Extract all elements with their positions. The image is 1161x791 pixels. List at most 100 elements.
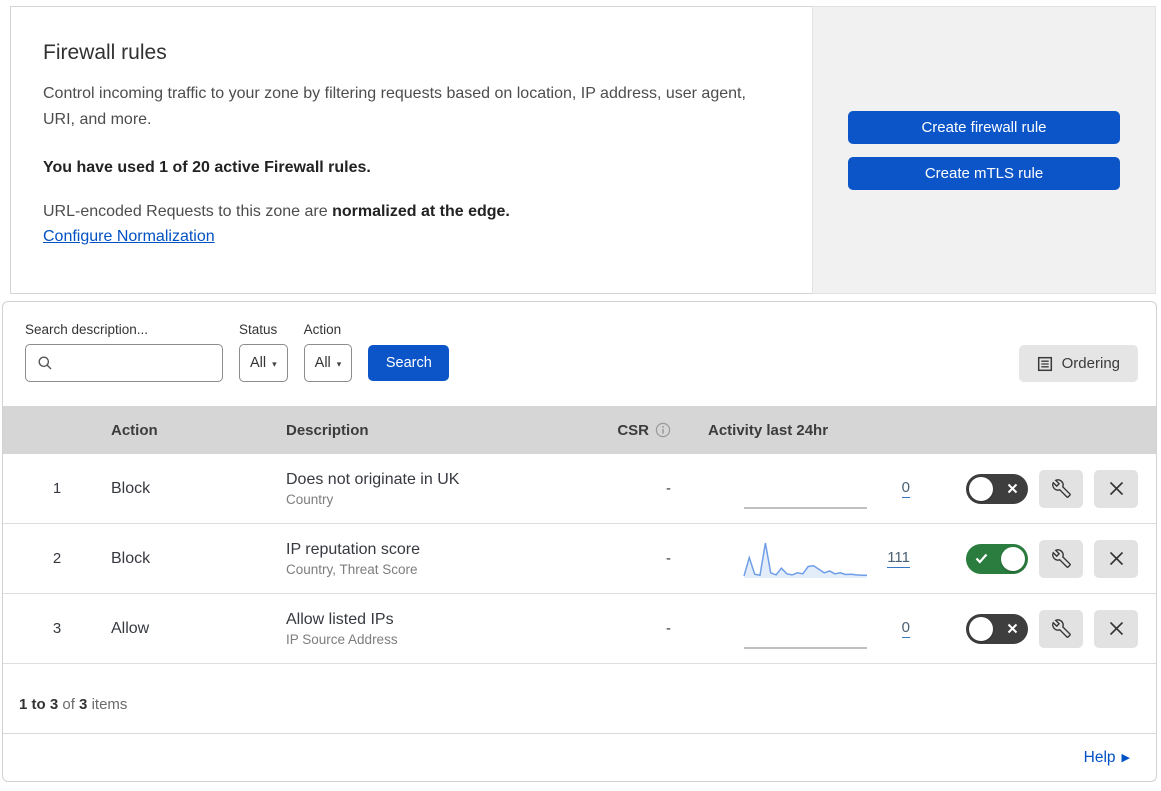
edit-rule-button[interactable] bbox=[1039, 609, 1083, 648]
rule-csr-value: - bbox=[666, 550, 671, 567]
table-header: Action Description CSR Activity last 24h… bbox=[3, 406, 1156, 454]
activity-sparkline bbox=[744, 506, 867, 509]
search-button[interactable]: Search bbox=[368, 345, 450, 381]
rule-description-cell: IP reputation score Country, Threat Scor… bbox=[286, 541, 563, 577]
firewall-rules-list-card: Search description... Status All ▾ Actio… bbox=[2, 301, 1157, 782]
csr-header-label: CSR bbox=[617, 421, 649, 439]
arrow-right-icon: ▶ bbox=[1121, 752, 1130, 764]
table-row: 1 Block Does not originate in UK Country… bbox=[3, 454, 1156, 524]
search-input[interactable] bbox=[61, 355, 222, 371]
search-label: Search description... bbox=[25, 322, 149, 337]
status-filter: Status All ▾ bbox=[239, 322, 288, 382]
wrench-icon bbox=[1051, 619, 1071, 638]
filters-bar: Search description... Status All ▾ Actio… bbox=[3, 302, 1156, 406]
x-icon bbox=[1007, 483, 1018, 493]
pagination-range: 1 to 3 bbox=[19, 696, 59, 713]
configure-normalization-link[interactable]: Configure Normalization bbox=[43, 228, 215, 245]
rule-priority: 3 bbox=[52, 620, 62, 637]
ordering-button[interactable]: Ordering bbox=[1018, 345, 1138, 382]
page-description: Control incoming traffic to your zone by… bbox=[43, 85, 746, 128]
chevron-down-icon: ▾ bbox=[272, 358, 277, 369]
rule-description: Allow listed IPs bbox=[286, 610, 394, 628]
rule-activity-cell: 0 bbox=[683, 594, 918, 663]
table-row: 2 Block IP reputation score Country, Thr… bbox=[3, 524, 1156, 594]
help-label: Help bbox=[1083, 748, 1116, 766]
header-section: Firewall rules Control incoming traffic … bbox=[10, 6, 1156, 294]
rule-match-fields: IP Source Address bbox=[286, 631, 398, 647]
create-firewall-rule-button[interactable]: Create firewall rule bbox=[848, 110, 1120, 144]
rule-action: Allow bbox=[111, 619, 150, 637]
rule-enabled-toggle[interactable] bbox=[966, 543, 1028, 574]
rule-description-cell: Does not originate in UK Country bbox=[286, 471, 563, 507]
pagination-total: 3 bbox=[79, 696, 88, 713]
column-header-csr: CSR bbox=[563, 422, 683, 439]
close-icon bbox=[1109, 621, 1123, 636]
rule-controls bbox=[918, 469, 1156, 508]
rules-usage-text: You have used 1 of 20 active Firewall ru… bbox=[43, 158, 371, 176]
rule-match-fields: Country bbox=[286, 491, 334, 507]
rule-csr-value: - bbox=[666, 620, 671, 637]
close-icon bbox=[1109, 481, 1123, 496]
normalization-bold: normalized at the edge. bbox=[332, 202, 510, 220]
rule-controls bbox=[918, 539, 1156, 578]
delete-rule-button[interactable] bbox=[1094, 469, 1138, 508]
toggle-knob bbox=[969, 476, 993, 501]
action-label: Action bbox=[303, 322, 342, 337]
activity-count-link[interactable]: 0 bbox=[901, 479, 910, 498]
status-select[interactable]: All ▾ bbox=[239, 344, 288, 382]
delete-rule-button[interactable] bbox=[1094, 539, 1138, 578]
close-icon bbox=[1109, 551, 1123, 566]
pagination-of: of bbox=[62, 696, 75, 713]
activity-count-link[interactable]: 111 bbox=[887, 549, 910, 568]
activity-count-link[interactable]: 0 bbox=[901, 619, 910, 638]
rule-match-fields: Country, Threat Score bbox=[286, 561, 418, 577]
action-filter: Action All ▾ bbox=[303, 322, 353, 382]
column-header-activity: Activity last 24hr bbox=[708, 421, 829, 439]
page-title: Firewall rules bbox=[43, 41, 167, 64]
normalization-text: URL-encoded Requests to this zone are no… bbox=[43, 203, 772, 221]
activity-sparkline bbox=[743, 542, 867, 578]
ordering-list-icon bbox=[1037, 356, 1052, 371]
pagination-summary: 1 to 3 of 3 items bbox=[3, 664, 1156, 733]
rule-description: Does not originate in UK bbox=[286, 470, 460, 488]
rule-priority: 1 bbox=[52, 480, 62, 497]
rule-action: Block bbox=[111, 549, 151, 567]
rule-controls bbox=[918, 609, 1156, 648]
chevron-down-icon: ▾ bbox=[336, 358, 342, 369]
rule-activity-cell: 0 bbox=[683, 454, 918, 523]
create-mtls-rule-button[interactable]: Create mTLS rule bbox=[848, 156, 1120, 190]
delete-rule-button[interactable] bbox=[1094, 609, 1138, 648]
action-select[interactable]: All ▾ bbox=[303, 344, 353, 382]
column-header-action: Action bbox=[111, 421, 158, 439]
toggle-knob bbox=[1001, 546, 1025, 571]
help-link[interactable]: Help ▶ bbox=[1084, 749, 1130, 767]
toggle-knob bbox=[969, 616, 993, 641]
status-selected-value: All bbox=[250, 355, 267, 371]
rule-activity-cell: 111 bbox=[683, 524, 918, 593]
search-filter: Search description... bbox=[25, 322, 223, 382]
action-selected-value: All bbox=[314, 355, 331, 371]
normalization-prefix: URL-encoded Requests to this zone are bbox=[43, 202, 333, 220]
rule-csr-value: - bbox=[666, 480, 671, 497]
edit-rule-button[interactable] bbox=[1039, 539, 1083, 578]
rule-action: Block bbox=[111, 479, 151, 497]
pagination-items: items bbox=[91, 696, 128, 713]
firewall-rules-intro-card: Firewall rules Control incoming traffic … bbox=[10, 6, 813, 294]
ordering-button-label: Ordering bbox=[1061, 355, 1120, 372]
check-icon bbox=[975, 553, 988, 564]
status-label: Status bbox=[239, 322, 278, 337]
wrench-icon bbox=[1051, 479, 1071, 498]
edit-rule-button[interactable] bbox=[1039, 469, 1083, 508]
rule-description-cell: Allow listed IPs IP Source Address bbox=[286, 611, 563, 647]
rule-enabled-toggle[interactable] bbox=[966, 613, 1028, 644]
actions-panel: Create firewall rule Create mTLS rule bbox=[812, 6, 1156, 294]
table-row: 3 Allow Allow listed IPs IP Source Addre… bbox=[3, 594, 1156, 664]
rule-description: IP reputation score bbox=[286, 540, 421, 558]
wrench-icon bbox=[1051, 549, 1071, 568]
rule-enabled-toggle[interactable] bbox=[966, 473, 1028, 504]
search-input-container[interactable] bbox=[25, 344, 223, 382]
info-icon[interactable] bbox=[655, 422, 671, 438]
activity-sparkline bbox=[744, 646, 867, 649]
x-icon bbox=[1007, 623, 1018, 633]
column-header-description: Description bbox=[286, 421, 369, 439]
